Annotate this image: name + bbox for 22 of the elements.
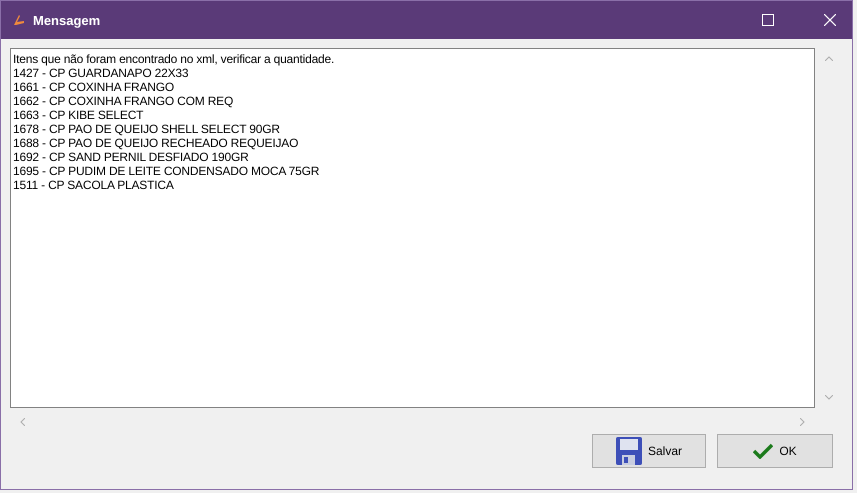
close-icon[interactable] xyxy=(824,14,836,26)
message-line: 1678 - CP PAO DE QUEIJO SHELL SELECT 90GR xyxy=(13,122,281,136)
message-line: 1661 - CP COXINHA FRANGO xyxy=(13,80,176,94)
save-button[interactable]: Salvar xyxy=(592,434,706,468)
scroll-down-icon[interactable] xyxy=(825,395,833,400)
message-line: 1427 - CP GUARDANAPO 22X33 xyxy=(13,66,190,80)
message-line: Itens que não foram encontrado no xml, verificar a quantidade. xyxy=(13,52,336,66)
checkmark-icon xyxy=(753,443,774,459)
message-line: 1692 - CP SAND PERNIL DESFIADO 190GR xyxy=(13,150,250,164)
message-line: 1662 - CP COXINHA FRANGO COM REQ xyxy=(13,94,234,108)
maximize-icon[interactable] xyxy=(762,14,774,26)
message-line: 1688 - CP PAO DE QUEIJO RECHEADO REQUEIJAO xyxy=(13,136,300,150)
scroll-right-icon[interactable] xyxy=(800,418,805,426)
scroll-left-icon[interactable] xyxy=(20,418,25,426)
ok-button[interactable]: OK xyxy=(717,434,833,468)
scroll-up-icon[interactable] xyxy=(825,56,833,61)
message-line: 1511 - CP SACOLA PLASTICA xyxy=(13,178,175,192)
logo-icon xyxy=(13,14,25,26)
message-line: 1663 - CP KIBE SELECT xyxy=(13,108,144,122)
message-line: 1695 - CP PUDIM DE LEITE CONDENSADO MOCA 75GR xyxy=(13,164,320,178)
message-textarea[interactable] xyxy=(10,48,815,408)
window-title: Mensagem xyxy=(33,12,100,28)
